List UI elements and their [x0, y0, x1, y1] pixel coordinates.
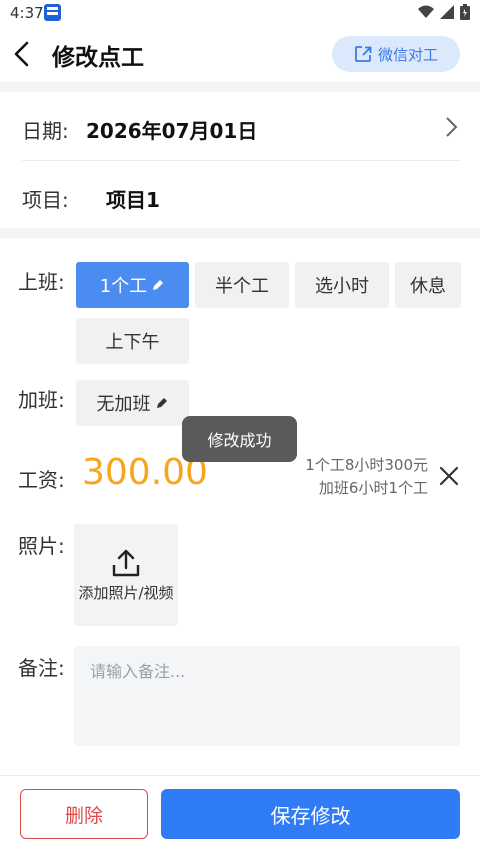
note-placeholder: 请输入备注...: [90, 662, 186, 681]
work-option-label: 休息: [410, 276, 446, 297]
work-option-label: 上下午: [105, 332, 160, 353]
work-label: 上班:: [18, 270, 65, 294]
project-value: 项目1: [106, 188, 160, 212]
delete-button[interactable]: 删除: [20, 789, 148, 839]
wechat-check-button[interactable]: 微信对工: [332, 36, 460, 72]
wage-description: 1个工8小时300元 加班6小时1个工: [305, 454, 428, 500]
status-time: 4:37: [10, 4, 44, 22]
wage-label: 工资:: [18, 468, 65, 492]
overtime-option[interactable]: 无加班: [76, 380, 189, 426]
share-icon: [355, 46, 372, 62]
battery-icon: [460, 4, 470, 20]
page-title: 修改点工: [52, 45, 144, 71]
wage-desc-line: 1个工8小时300元: [305, 456, 428, 474]
wifi-icon: [418, 5, 434, 18]
date-value: 2026年07月01日: [86, 119, 258, 143]
wage-desc-line: 加班6小时1个工: [318, 479, 428, 497]
overtime-value: 无加班: [96, 394, 151, 415]
add-photo-button[interactable]: 添加照片/视频: [74, 524, 178, 626]
work-option-label: 选小时: [315, 276, 369, 297]
add-photo-label: 添加照片/视频: [78, 584, 174, 602]
section-divider: [0, 82, 480, 92]
project-label: 项目:: [22, 188, 69, 212]
section-divider: [0, 228, 480, 238]
back-arrow-icon[interactable]: [10, 40, 34, 68]
work-option-label: 半个工: [215, 276, 269, 297]
signal-icon: [440, 5, 454, 19]
project-row: 项目: 项目1: [0, 163, 480, 227]
work-option-half-day[interactable]: 半个工: [195, 262, 289, 308]
upload-icon: [112, 549, 140, 577]
save-button[interactable]: 保存修改: [161, 789, 460, 839]
date-label: 日期:: [22, 119, 69, 143]
close-icon[interactable]: [438, 465, 460, 487]
work-option-rest[interactable]: 休息: [395, 262, 461, 308]
app-notification-icon: [44, 4, 61, 21]
note-label: 备注:: [18, 656, 65, 680]
edit-pencil-icon: [156, 398, 167, 408]
status-icons: [418, 4, 470, 20]
work-option-am-pm[interactable]: 上下午: [76, 318, 189, 364]
photos-label: 照片:: [18, 534, 65, 558]
edit-pencil-icon: [153, 280, 164, 290]
divider: [0, 775, 480, 776]
work-option-full-day[interactable]: 1个工: [76, 262, 189, 308]
chevron-right-icon: [446, 117, 458, 137]
work-option-label: 1个工: [99, 276, 148, 297]
divider: [22, 160, 460, 161]
work-option-hours[interactable]: 选小时: [295, 262, 389, 308]
toast-message: 修改成功: [182, 416, 297, 462]
date-row[interactable]: 日期: 2026年07月01日: [0, 92, 480, 162]
wechat-check-label: 微信对工: [377, 45, 438, 64]
note-input[interactable]: 请输入备注...: [74, 646, 460, 746]
status-bar: 4:37: [0, 0, 480, 26]
overtime-label: 加班:: [18, 388, 65, 412]
top-bar: 修改点工 微信对工: [0, 26, 480, 82]
